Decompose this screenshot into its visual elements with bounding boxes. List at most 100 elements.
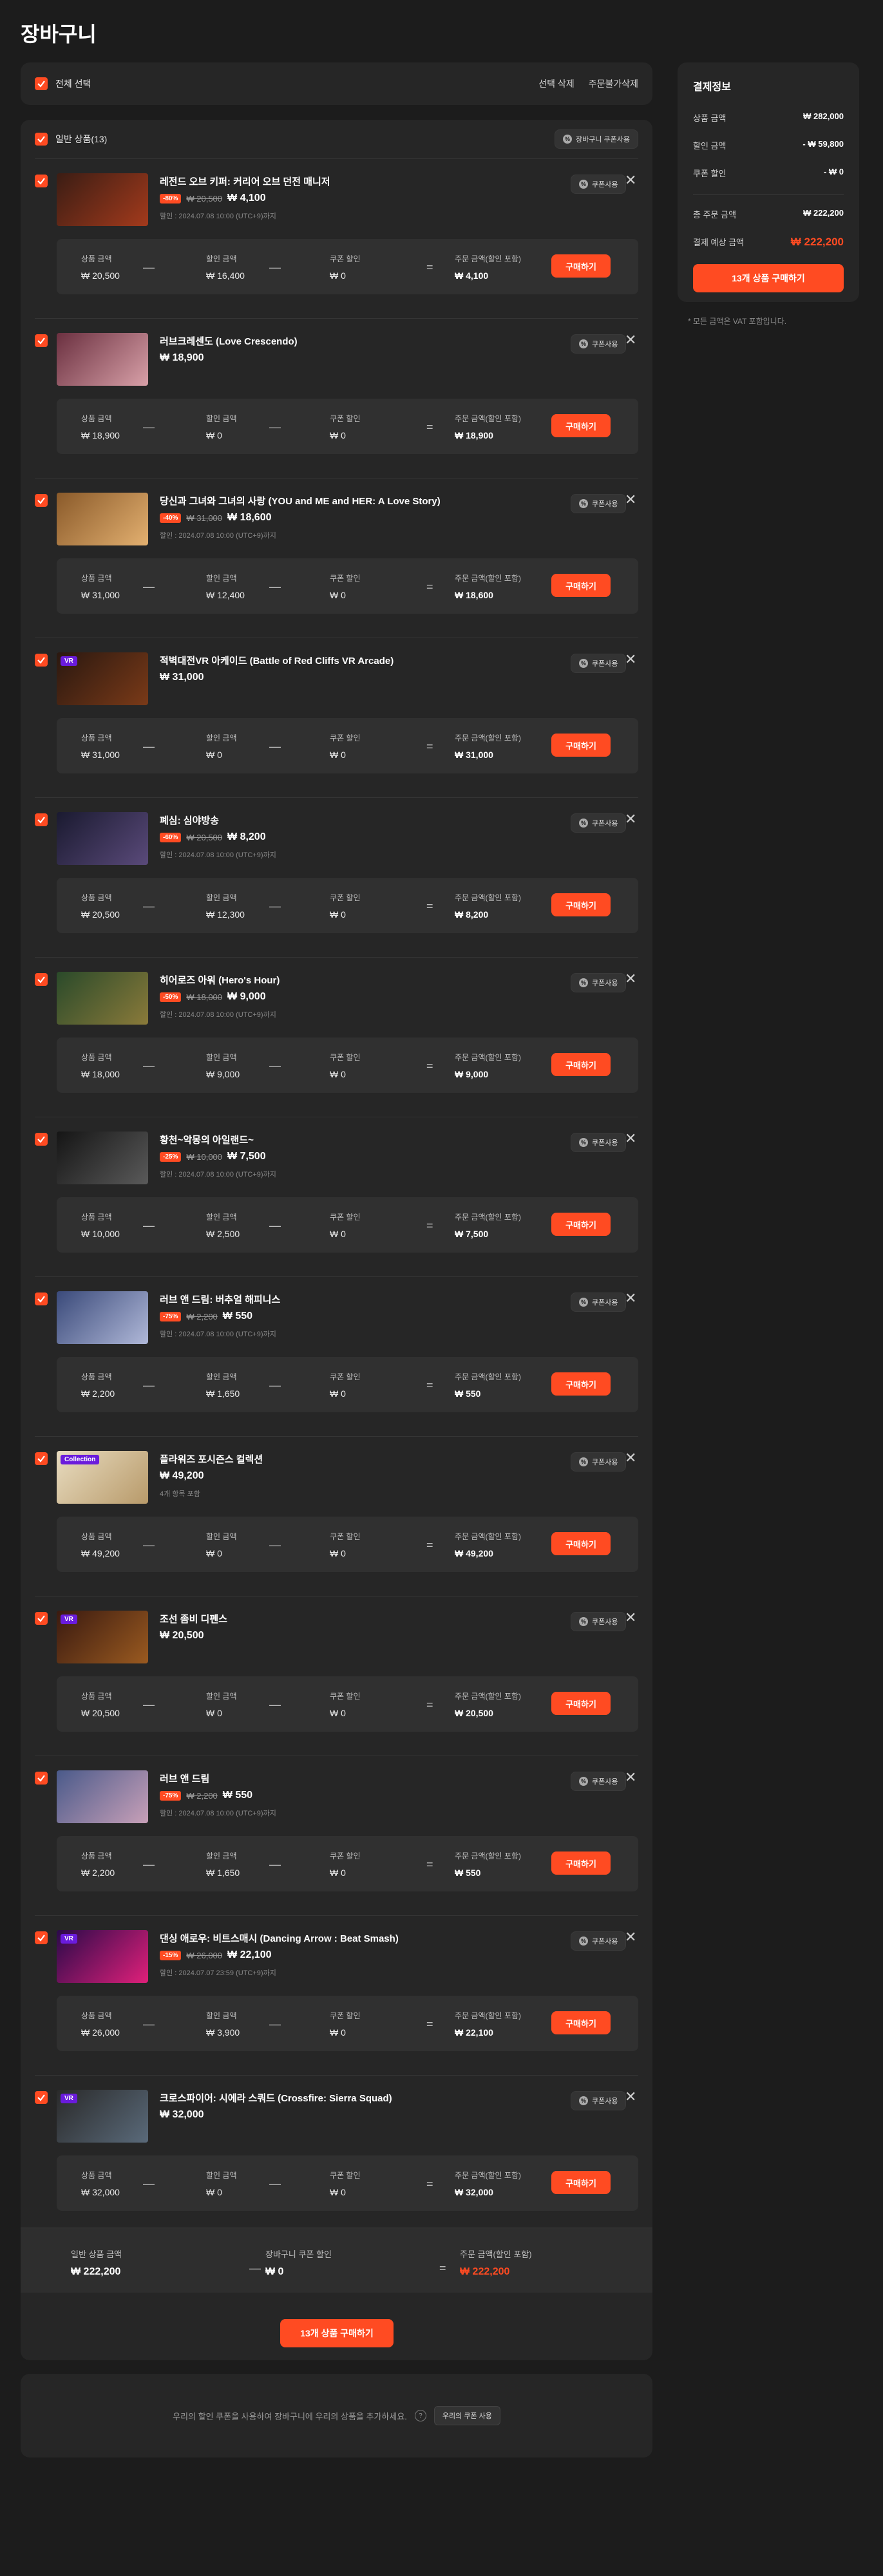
item-buy-button[interactable]: 구매하기 [551,1372,611,1396]
remove-item-icon[interactable]: ✕ [625,1611,636,1625]
game-thumbnail[interactable] [57,1770,148,1823]
item-checkbox[interactable] [35,1133,48,1146]
product-amount-label: 상품 금액 [81,574,112,583]
item-checkbox[interactable] [35,494,48,507]
item-title[interactable]: 댄싱 애로우: 비트스매시 (Dancing Arrow : Beat Smas… [160,1931,399,1945]
remove-item-icon[interactable]: ✕ [625,812,636,826]
item-checkbox[interactable] [35,1612,48,1625]
game-thumbnail[interactable]: Collection [57,1451,148,1504]
item-checkbox[interactable] [35,813,48,826]
item-coupon-button[interactable]: % 쿠폰사용 [571,2091,627,2110]
cart-coupon-button[interactable]: % 장바구니 쿠폰사용 [554,129,638,149]
group-checkbox[interactable] [35,133,48,146]
item-checkbox[interactable] [35,1772,48,1785]
item-buy-button[interactable]: 구매하기 [551,414,611,437]
game-thumbnail[interactable]: VR [57,652,148,705]
select-all-checkbox[interactable] [35,77,48,90]
item-title[interactable]: 크로스파이어: 시에라 스쿼드 (Crossfire: Sierra Squad… [160,2091,392,2105]
item-buy-button[interactable]: 구매하기 [551,574,611,597]
item-buy-button[interactable]: 구매하기 [551,1053,611,1076]
item-coupon-button[interactable]: % 쿠폰사용 [571,1612,627,1631]
coupon-discount: 쿠폰 할인 ₩ 0 [330,1211,361,1239]
item-checkbox[interactable] [35,334,48,347]
remove-item-icon[interactable]: ✕ [625,1930,636,1944]
item-title[interactable]: 조선 좀비 디펜스 [160,1612,227,1625]
remove-item-icon[interactable]: ✕ [625,333,636,347]
help-icon[interactable]: ? [414,2410,426,2421]
coupon-discount: 쿠폰 할인 ₩ 0 [330,2010,361,2038]
game-thumbnail[interactable]: VR [57,2090,148,2143]
item-title[interactable]: 당신과 그녀와 그녀의 사랑 (YOU and ME and HER: A Lo… [160,494,441,507]
item-buy-button[interactable]: 구매하기 [551,893,611,916]
order-amount: 주문 금액(할인 포함) ₩ 22,100 [455,2010,521,2038]
game-thumbnail[interactable] [57,173,148,226]
item-buy-button[interactable]: 구매하기 [551,1852,611,1875]
final-price: ₩ 4,100 [227,193,266,204]
buy-all-button[interactable]: 13개 상품 구매하기 [280,2319,394,2347]
item-title[interactable]: 러브 앤 드림: 버추얼 해피니스 [160,1293,280,1306]
item-coupon-button[interactable]: % 쿠폰사용 [571,654,627,673]
game-thumbnail[interactable] [57,812,148,865]
item-title[interactable]: 플라워즈 포시즌스 컬렉션 [160,1452,263,1466]
item-checkbox[interactable] [35,1293,48,1305]
item-coupon-button[interactable]: % 쿠폰사용 [571,494,627,513]
discount-period: 할인 : 2024.07.08 10:00 (UTC+9)까지 [160,213,276,220]
item-coupon-button[interactable]: % 쿠폰사용 [571,175,627,194]
item-checkbox[interactable] [35,175,48,187]
item-title[interactable]: 레전드 오브 키퍼: 커리어 오브 던전 매니저 [160,175,330,188]
item-checkbox[interactable] [35,1452,48,1465]
remove-item-icon[interactable]: ✕ [625,1132,636,1146]
item-buy-button[interactable]: 구매하기 [551,734,611,757]
item-buy-button[interactable]: 구매하기 [551,1213,611,1236]
delete-selected-button[interactable]: 선택 삭제 [538,77,574,90]
item-title[interactable]: 황천~악몽의 아일랜드~ [160,1133,254,1146]
item-checkbox[interactable] [35,1931,48,1944]
remove-item-icon[interactable]: ✕ [625,173,636,187]
item-buy-button[interactable]: 구매하기 [551,1692,611,1715]
game-thumbnail[interactable] [57,972,148,1025]
game-thumbnail[interactable] [57,493,148,545]
item-coupon-button[interactable]: % 쿠폰사용 [571,1931,627,1951]
item-title[interactable]: 러브크레센도 (Love Crescendo) [160,334,298,348]
item-coupon-button[interactable]: % 쿠폰사용 [571,973,627,992]
coupon-discount-label: 쿠폰 할인 [330,734,361,743]
remove-item-icon[interactable]: ✕ [625,1451,636,1465]
game-thumbnail[interactable] [57,1291,148,1344]
coupon-discount: 쿠폰 할인 ₩ 0 [330,892,361,920]
item-title[interactable]: 폐심: 심야방송 [160,813,219,827]
item-buy-button[interactable]: 구매하기 [551,2171,611,2194]
item-buy-button[interactable]: 구매하기 [551,254,611,278]
remove-item-icon[interactable]: ✕ [625,972,636,986]
delete-unavailable-button[interactable]: 주문불가삭제 [589,77,638,90]
remove-item-icon[interactable]: ✕ [625,652,636,667]
product-amount-value: ₩ 31,000 [81,590,120,600]
discount-amount-value: ₩ 9,000 [206,1069,240,1079]
item-buy-button[interactable]: 구매하기 [551,1532,611,1555]
item-coupon-button[interactable]: % 쿠폰사용 [571,1772,627,1791]
game-thumbnail[interactable]: VR [57,1611,148,1663]
game-thumbnail[interactable] [57,333,148,386]
game-thumbnail[interactable]: VR [57,1930,148,1983]
remove-item-icon[interactable]: ✕ [625,1770,636,1785]
remove-item-icon[interactable]: ✕ [625,2090,636,2104]
item-buy-button[interactable]: 구매하기 [551,2011,611,2034]
item-checkbox[interactable] [35,2091,48,2104]
use-coupon-button[interactable]: 우리의 쿠폰 사용 [433,2406,500,2425]
remove-item-icon[interactable]: ✕ [625,1291,636,1305]
item-title[interactable]: 히어로즈 아워 (Hero's Hour) [160,973,280,987]
item-coupon-button[interactable]: % 쿠폰사용 [571,1133,627,1152]
item-coupon-button[interactable]: % 쿠폰사용 [571,1293,627,1312]
minus-icon: — [143,900,155,913]
item-coupon-button[interactable]: % 쿠폰사용 [571,334,627,354]
discount-amount: 할인 금액 ₩ 2,500 [206,1211,240,1239]
item-title[interactable]: 러브 앤 드림 [160,1772,209,1785]
remove-item-icon[interactable]: ✕ [625,493,636,507]
payment-buy-button[interactable]: 13개 상품 구매하기 [693,264,844,292]
item-title[interactable]: 적벽대전VR 아케이드 (Battle of Red Cliffs VR Arc… [160,654,394,667]
item-coupon-button[interactable]: % 쿠폰사용 [571,1452,627,1472]
item-coupon-button[interactable]: % 쿠폰사용 [571,813,627,833]
game-thumbnail[interactable] [57,1132,148,1184]
cart-item: 황천~악몽의 아일랜드~ -25% ₩ 10,000 ₩ 7,500 할인 : 2024… [35,1117,638,1276]
item-checkbox[interactable] [35,654,48,667]
item-checkbox[interactable] [35,973,48,986]
